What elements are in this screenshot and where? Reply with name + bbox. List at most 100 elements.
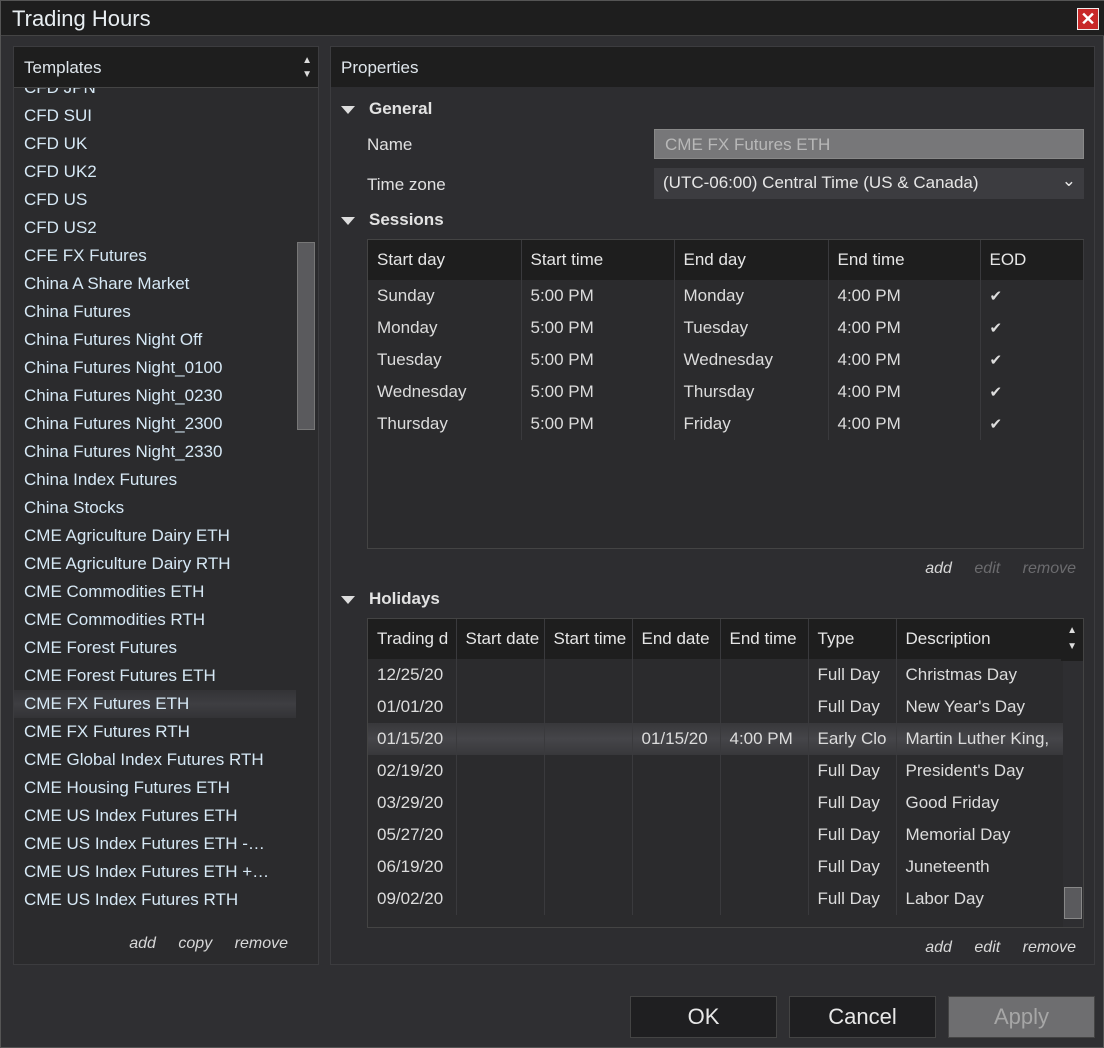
eod-checkbox[interactable]: ✔ xyxy=(980,408,1084,440)
template-item[interactable]: CME US Index Futures ETH -… xyxy=(14,830,296,858)
table-cell: 12/25/20 xyxy=(368,659,457,691)
sessions-section-toggle[interactable]: Sessions xyxy=(341,210,444,230)
eod-checkbox[interactable]: ✔ xyxy=(980,344,1084,376)
eod-checkbox[interactable]: ✔ xyxy=(980,280,1084,312)
scroll-down-icon[interactable]: ▼ xyxy=(1067,641,1077,652)
name-field[interactable]: CME FX Futures ETH xyxy=(654,129,1084,159)
table-row[interactable]: Thursday 5:00 PM Friday 4:00 PM ✔ xyxy=(368,408,1084,440)
template-item[interactable]: CME Agriculture Dairy RTH xyxy=(14,550,296,578)
edit-holiday-link[interactable]: edit xyxy=(974,939,1000,956)
table-cell xyxy=(632,659,721,691)
template-item[interactable]: CME Forest Futures xyxy=(14,634,296,662)
template-item[interactable]: China Futures Night Off xyxy=(14,326,296,354)
template-item[interactable]: CME Agriculture Dairy ETH xyxy=(14,522,296,550)
template-item[interactable]: China Stocks xyxy=(14,494,296,522)
template-item[interactable]: CME US Index Futures ETH xyxy=(14,802,296,830)
table-row[interactable]: Sunday 5:00 PM Monday 4:00 PM ✔ xyxy=(368,280,1084,312)
holidays-section-toggle[interactable]: Holidays xyxy=(341,589,440,609)
holidays-scroll-thumb[interactable] xyxy=(1064,887,1082,919)
column-header[interactable]: Trading d xyxy=(368,619,457,659)
table-row[interactable]: 05/27/20 Full Day Memorial Day xyxy=(368,819,1064,851)
ok-button[interactable]: OK xyxy=(630,996,777,1038)
column-header[interactable]: End date xyxy=(632,619,721,659)
eod-checkbox[interactable]: ✔ xyxy=(980,312,1084,344)
table-cell xyxy=(544,659,633,691)
add-session-link[interactable]: add xyxy=(925,560,952,577)
template-item[interactable]: China A Share Market xyxy=(14,270,296,298)
column-header[interactable]: EOD xyxy=(980,240,1084,280)
table-row[interactable]: 09/02/20 Full Day Labor Day xyxy=(368,883,1064,915)
template-item[interactable]: CME FX Futures RTH xyxy=(14,718,296,746)
table-cell: Memorial Day xyxy=(896,819,1064,851)
column-header[interactable]: Start date xyxy=(456,619,545,659)
template-item[interactable]: CFD UK xyxy=(14,130,296,158)
template-item[interactable]: CFD US xyxy=(14,186,296,214)
remove-holiday-link[interactable]: remove xyxy=(1023,939,1076,956)
timezone-select[interactable]: (UTC-06:00) Central Time (US & Canada) ⌄ xyxy=(654,168,1084,199)
copy-template-link[interactable]: copy xyxy=(178,935,212,952)
table-cell: Tuesday xyxy=(674,312,829,344)
table-cell: Labor Day xyxy=(896,883,1064,915)
column-header[interactable]: End day xyxy=(674,240,829,280)
holidays-title: Holidays xyxy=(369,589,440,608)
table-row[interactable]: 02/19/20 Full Day President's Day xyxy=(368,755,1064,787)
remove-session-link[interactable]: remove xyxy=(1023,560,1076,577)
template-item[interactable]: CME US Index Futures ETH +… xyxy=(14,858,296,886)
column-header[interactable]: Start time xyxy=(544,619,633,659)
template-item[interactable]: China Futures Night_0230 xyxy=(14,382,296,410)
column-header[interactable]: End time xyxy=(828,240,981,280)
template-item[interactable]: CME Commodities RTH xyxy=(14,606,296,634)
templates-actions: add copy remove xyxy=(111,935,288,953)
templates-scrollbar[interactable] xyxy=(297,242,315,430)
column-header[interactable]: End time xyxy=(720,619,809,659)
table-cell: Early Clo xyxy=(808,723,897,755)
add-holiday-link[interactable]: add xyxy=(925,939,952,956)
template-item[interactable]: China Futures Night_2300 xyxy=(14,410,296,438)
table-row[interactable]: 12/25/20 Full Day Christmas Day xyxy=(368,659,1064,691)
template-item[interactable]: China Index Futures xyxy=(14,466,296,494)
template-item[interactable]: CFD UK2 xyxy=(14,158,296,186)
column-header[interactable]: Description xyxy=(896,619,1064,659)
table-cell xyxy=(456,819,545,851)
cancel-button[interactable]: Cancel xyxy=(789,996,936,1038)
scroll-up-icon[interactable]: ▲ xyxy=(1067,625,1077,636)
template-item[interactable]: CFD US2 xyxy=(14,214,296,242)
templates-header: Templates ▲ ▼ xyxy=(14,47,318,88)
scroll-up-icon[interactable]: ▲ xyxy=(302,55,312,66)
column-header[interactable]: Start day xyxy=(368,240,522,280)
table-row[interactable]: 01/15/20 01/15/20 4:00 PM Early Clo Martin L… xyxy=(368,723,1064,755)
template-item[interactable]: China Futures Night_0100 xyxy=(14,354,296,382)
scroll-down-icon[interactable]: ▼ xyxy=(302,69,312,80)
table-cell: Full Day xyxy=(808,691,897,723)
table-cell: Christmas Day xyxy=(896,659,1064,691)
table-row[interactable]: 01/01/20 Full Day New Year's Day xyxy=(368,691,1064,723)
template-item[interactable]: CME Commodities ETH xyxy=(14,578,296,606)
template-item[interactable]: CME FX Futures ETH xyxy=(14,690,296,718)
eod-checkbox[interactable]: ✔ xyxy=(980,376,1084,408)
table-row[interactable]: 03/29/20 Full Day Good Friday xyxy=(368,787,1064,819)
template-item[interactable]: CFD SUI xyxy=(14,102,296,130)
template-item[interactable]: China Futures xyxy=(14,298,296,326)
close-icon[interactable]: ✕ xyxy=(1077,8,1099,30)
template-item[interactable]: CME Housing Futures ETH xyxy=(14,774,296,802)
column-header[interactable]: Type xyxy=(808,619,897,659)
template-item[interactable]: CFD JPN xyxy=(14,88,296,102)
table-row[interactable]: Wednesday 5:00 PM Thursday 4:00 PM ✔ xyxy=(368,376,1084,408)
edit-session-link[interactable]: edit xyxy=(974,560,1000,577)
column-header[interactable]: Start time xyxy=(521,240,675,280)
remove-template-link[interactable]: remove xyxy=(235,935,288,952)
template-item[interactable]: CME Global Index Futures RTH xyxy=(14,746,296,774)
apply-button[interactable]: Apply xyxy=(948,996,1095,1038)
table-cell: Full Day xyxy=(808,819,897,851)
table-row[interactable]: Tuesday 5:00 PM Wednesday 4:00 PM ✔ xyxy=(368,344,1084,376)
template-item[interactable]: CME Forest Futures ETH xyxy=(14,662,296,690)
template-item[interactable]: China Futures Night_2330 xyxy=(14,438,296,466)
template-item[interactable]: CME US Index Futures RTH xyxy=(14,886,296,914)
template-item[interactable]: CFE FX Futures xyxy=(14,242,296,270)
add-template-link[interactable]: add xyxy=(129,935,156,952)
general-section-toggle[interactable]: General xyxy=(341,99,432,119)
table-cell: 4:00 PM xyxy=(828,344,981,376)
table-row[interactable]: 06/19/20 Full Day Juneteenth xyxy=(368,851,1064,883)
properties-panel: Properties General Name CME FX Futures E… xyxy=(330,46,1095,965)
table-row[interactable]: Monday 5:00 PM Tuesday 4:00 PM ✔ xyxy=(368,312,1084,344)
